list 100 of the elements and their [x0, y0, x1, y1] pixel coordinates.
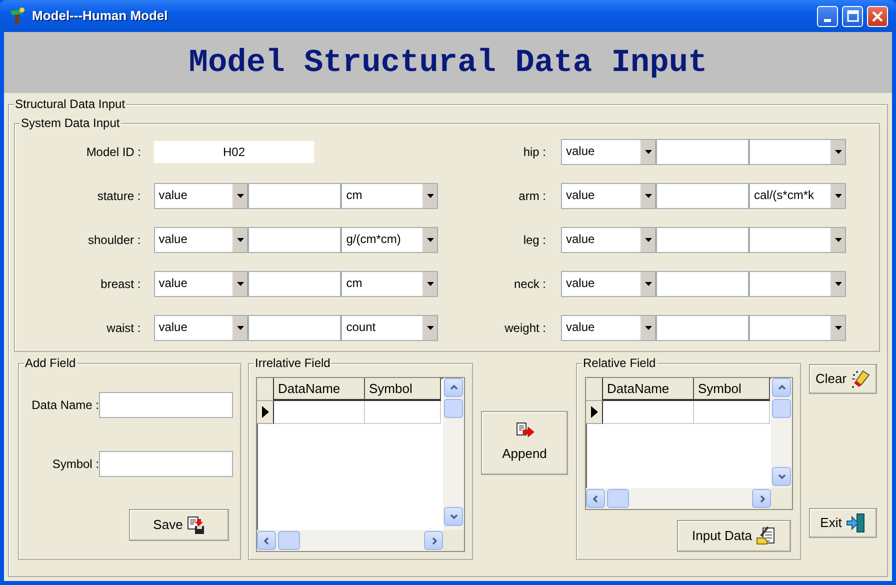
caret-icon [644, 326, 652, 330]
unit-dropdown[interactable] [749, 227, 846, 253]
value-field[interactable] [656, 227, 749, 253]
caret-icon [644, 150, 652, 154]
value-field[interactable] [248, 227, 342, 253]
unit-dropdown[interactable]: count [341, 315, 438, 341]
unit-dropdown[interactable]: cal/(s*cm*k [749, 183, 846, 209]
caret-icon [644, 282, 652, 286]
close-button[interactable] [867, 6, 888, 26]
model-id-field[interactable]: H02 [154, 141, 314, 163]
scroll-thumb[interactable] [607, 489, 629, 508]
field-label: Data Name : [30, 397, 99, 414]
field-label: hip : [522, 144, 546, 161]
caret-icon [236, 326, 244, 330]
chevron-down-icon [776, 472, 786, 481]
scroll-down-button[interactable] [772, 467, 791, 486]
value-field[interactable] [248, 315, 342, 341]
chevron-up-icon [776, 383, 786, 392]
scroll-right-button[interactable] [752, 489, 771, 508]
scroll-thumb[interactable] [772, 399, 791, 418]
hand-document-icon [756, 526, 776, 546]
mode-dropdown[interactable]: value [154, 271, 248, 297]
column-header[interactable]: DataName [274, 378, 365, 401]
text-field[interactable] [99, 451, 233, 477]
close-icon [872, 10, 883, 22]
column-header[interactable]: Symbol [694, 378, 770, 401]
exit-button[interactable]: Exit [809, 508, 877, 538]
field-label: Symbol : [51, 456, 99, 473]
mode-dropdown[interactable]: value [154, 315, 248, 341]
caret-icon [644, 238, 652, 242]
mode-dropdown[interactable]: value [154, 227, 248, 253]
minimize-button[interactable] [817, 6, 838, 26]
scroll-down-button[interactable] [444, 507, 463, 526]
chevron-left-icon [262, 536, 272, 545]
value-field[interactable] [656, 315, 749, 341]
unit-dropdown[interactable]: cm [341, 183, 438, 209]
append-button[interactable]: Append [481, 411, 568, 475]
horizontal-scrollbar[interactable] [586, 488, 771, 509]
field-label: shoulder : [86, 232, 141, 249]
field-label: neck : [512, 276, 546, 293]
vertical-scrollbar[interactable] [771, 378, 792, 488]
value-field[interactable] [656, 271, 749, 297]
mode-dropdown[interactable]: value [561, 227, 656, 253]
unit-dropdown[interactable]: g/(cm*cm) [341, 227, 438, 253]
field-label: leg : [522, 232, 546, 249]
caret-icon [426, 238, 434, 242]
text-field[interactable] [99, 392, 233, 418]
window-title: Model---Human Model [32, 7, 168, 26]
field-label: stature : [96, 188, 141, 205]
caret-icon [426, 282, 434, 286]
input-data-button[interactable]: Input Data [677, 520, 791, 552]
group-label: Irrelative Field [254, 356, 332, 370]
maximize-button[interactable] [842, 6, 863, 26]
maximize-icon [846, 10, 858, 22]
value-field[interactable] [248, 183, 342, 209]
unit-dropdown[interactable] [749, 139, 846, 165]
grid-cell[interactable] [603, 401, 694, 424]
scroll-left-button[interactable] [586, 489, 605, 508]
chevron-down-icon [448, 512, 458, 521]
vertical-scrollbar[interactable] [443, 378, 464, 530]
unit-dropdown[interactable] [749, 315, 846, 341]
mode-dropdown[interactable]: value [561, 315, 656, 341]
grid-cell[interactable] [274, 401, 365, 424]
unit-dropdown[interactable]: cm [341, 271, 438, 297]
scroll-up-button[interactable] [444, 378, 463, 397]
column-header[interactable]: Symbol [365, 378, 441, 401]
scroll-thumb[interactable] [278, 531, 300, 550]
horizontal-scrollbar[interactable] [257, 530, 443, 551]
caret-icon [644, 194, 652, 198]
value-field[interactable] [656, 139, 749, 165]
value-field[interactable] [248, 271, 342, 297]
scroll-up-button[interactable] [772, 378, 791, 397]
clear-button[interactable]: Clear [809, 364, 877, 394]
scroll-right-button[interactable] [424, 531, 443, 550]
save-button[interactable]: Save [129, 509, 229, 541]
caret-icon [426, 326, 434, 330]
mode-dropdown[interactable]: value [561, 183, 656, 209]
mode-dropdown[interactable]: value [561, 271, 656, 297]
column-header[interactable]: DataName [603, 378, 694, 401]
group-label: System Data Input [20, 116, 121, 130]
unit-dropdown[interactable] [749, 271, 846, 297]
mode-dropdown[interactable]: value [154, 183, 248, 209]
grid-cell[interactable] [694, 401, 770, 424]
save-icon [186, 516, 205, 534]
page-title: Model Structural Data Input [188, 42, 708, 82]
scroll-left-button[interactable] [257, 531, 276, 550]
group-label: Structural Data Input [14, 97, 126, 111]
mode-dropdown[interactable]: value [561, 139, 656, 165]
document-arrow-icon [514, 422, 534, 440]
scroll-thumb[interactable] [444, 399, 463, 418]
value-field[interactable] [656, 183, 749, 209]
row-pointer-icon [590, 406, 598, 418]
chevron-left-icon [590, 494, 600, 503]
grid-cell[interactable] [365, 401, 441, 424]
caret-icon [236, 282, 244, 286]
caret-icon [834, 194, 842, 198]
row-pointer-icon [262, 406, 268, 418]
caret-icon [834, 150, 842, 154]
caret-icon [834, 238, 842, 242]
minimize-icon [824, 18, 831, 22]
